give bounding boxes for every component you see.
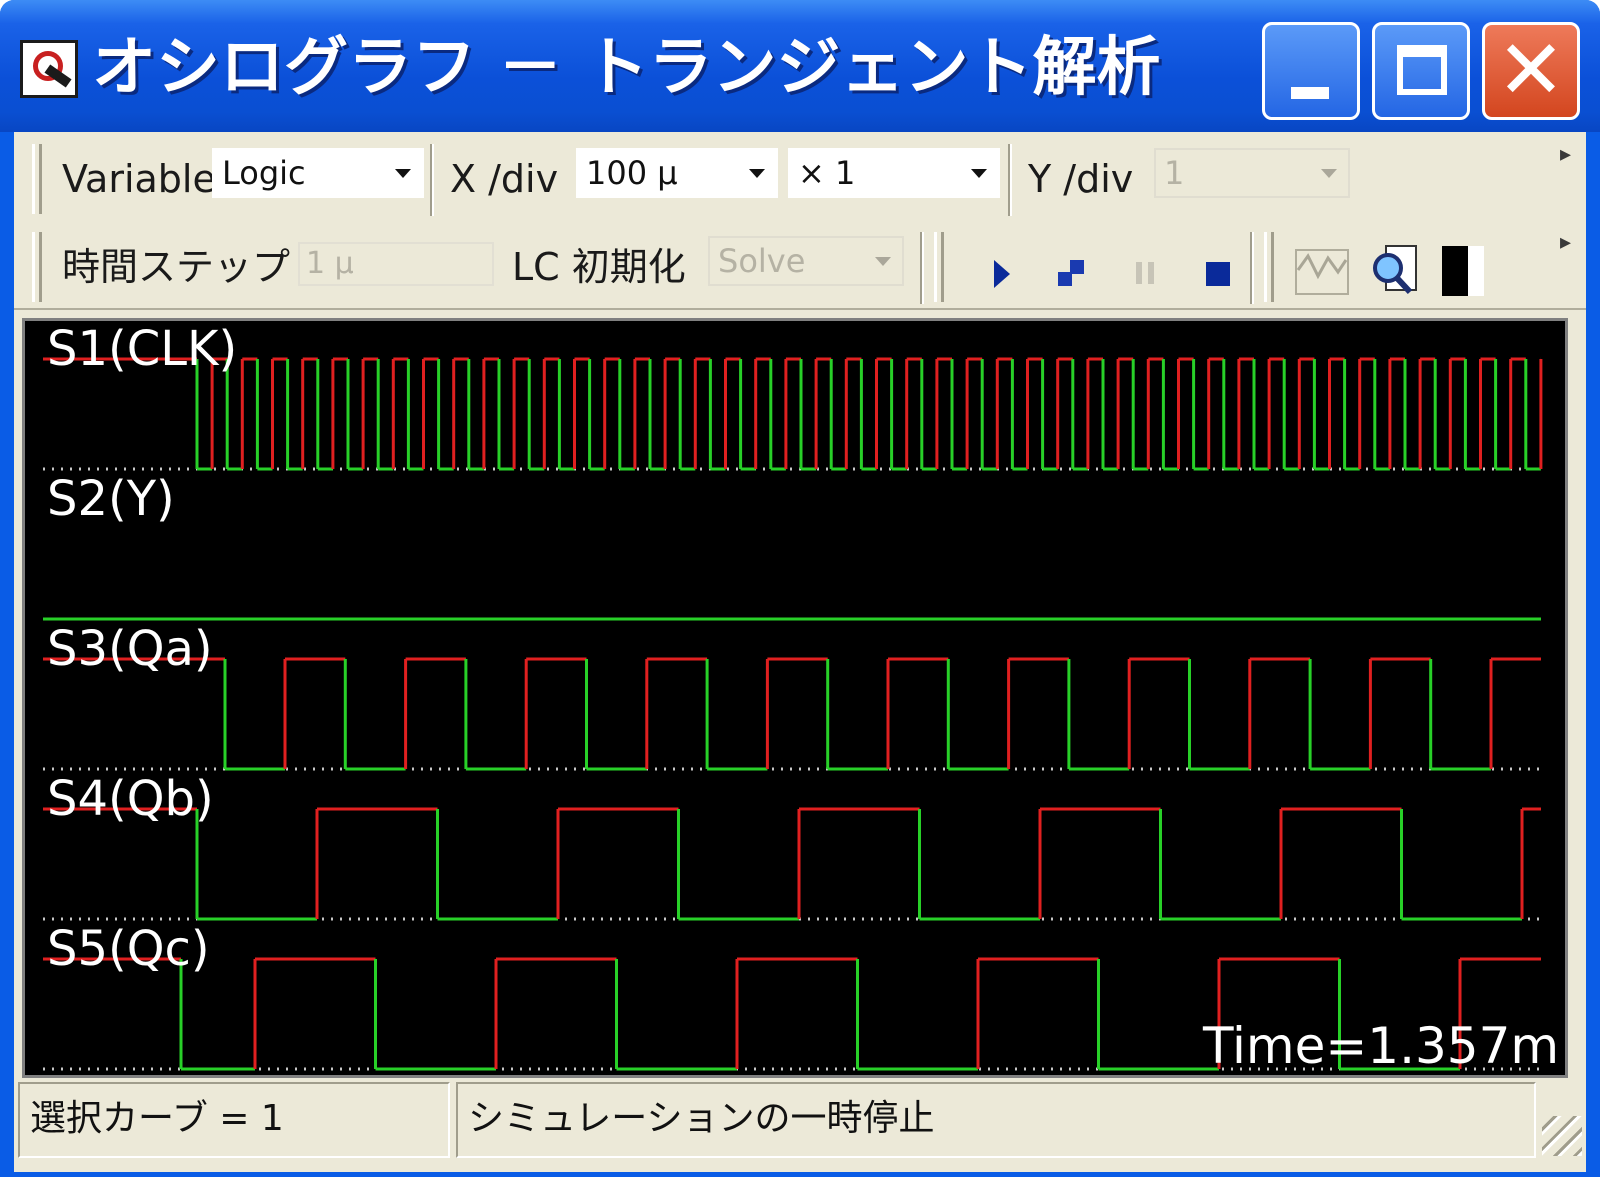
close-icon: ✕ xyxy=(1496,23,1566,118)
time-readout: Time=1.357m xyxy=(1203,1017,1560,1075)
toolbar-overflow-icon[interactable]: ▸ xyxy=(1560,230,1571,255)
toolbar-separator xyxy=(920,232,924,304)
stop-icon[interactable] xyxy=(1196,250,1240,294)
channel-label-s1: S1(CLK) xyxy=(47,321,238,377)
minimize-button[interactable] xyxy=(1262,22,1360,120)
waveform-canvas[interactable] xyxy=(25,321,1565,1075)
toolbar-separator xyxy=(430,144,434,216)
simulation-status-text: シミュレーションの一時停止 xyxy=(468,1098,935,1139)
chevron-down-icon xyxy=(1314,158,1344,188)
multiplier-select-value: × 1 xyxy=(798,154,856,192)
lc-init-select-value: Solve xyxy=(718,242,806,280)
chevron-down-icon xyxy=(868,246,898,276)
chevron-down-icon[interactable] xyxy=(388,158,418,188)
chevron-down-icon[interactable] xyxy=(964,158,994,188)
ydiv-select: 1 xyxy=(1154,148,1350,198)
status-pane-selection: 選択カーブ = 1 xyxy=(18,1082,450,1158)
toolbar-separator xyxy=(1250,232,1254,304)
toolbar-overflow-icon[interactable]: ▸ xyxy=(1560,142,1571,167)
minimize-icon xyxy=(1291,87,1329,99)
ydiv-select-value: 1 xyxy=(1164,154,1185,192)
status-bar: 選択カーブ = 1 シミュレーションの一時停止 xyxy=(14,1082,1586,1172)
channel-label-s2: S2(Y) xyxy=(47,471,175,527)
toolbar-grip[interactable] xyxy=(32,144,42,214)
toolbar-grip[interactable] xyxy=(1264,232,1274,302)
toolbar-grip[interactable] xyxy=(32,232,42,302)
curve-select-icon[interactable] xyxy=(1292,240,1352,300)
toolbar-grip[interactable] xyxy=(934,232,944,302)
xdiv-label: X /div xyxy=(450,157,559,201)
play-icon[interactable] xyxy=(980,250,1024,294)
chevron-down-icon[interactable] xyxy=(742,158,772,188)
selected-curve-text: 選択カーブ = 1 xyxy=(30,1098,284,1139)
timestep-input: 1 μ xyxy=(298,242,494,286)
xdiv-select-value: 100 μ xyxy=(586,154,678,192)
zoom-icon[interactable] xyxy=(1364,240,1424,300)
ydiv-label: Y /div xyxy=(1028,157,1134,201)
client-area: Variable Logic X /div 100 μ × 1 Y /div 1… xyxy=(14,132,1586,1172)
status-pane-simulation: シミュレーションの一時停止 xyxy=(456,1082,1536,1158)
window-title: オシログラフ － トランジェント解析 xyxy=(92,31,1161,105)
resize-grip-icon[interactable] xyxy=(1542,1116,1582,1156)
channel-label-s4: S4(Qb) xyxy=(47,771,214,827)
timestep-input-value: 1 μ xyxy=(306,246,354,281)
oscilloscope-display[interactable]: S1(CLK) S2(Y) S3(Qa) S4(Qb) S5(Qc) Time=… xyxy=(22,318,1568,1078)
maximize-button[interactable] xyxy=(1372,22,1470,120)
variable-select[interactable]: Logic xyxy=(212,148,424,198)
xdiv-select[interactable]: 100 μ xyxy=(576,148,778,198)
toolbar-separator xyxy=(1008,144,1012,216)
maximize-icon xyxy=(1397,45,1447,95)
lc-init-label: LC 初期化 xyxy=(512,245,686,289)
display-toolbar: Variable Logic X /div 100 μ × 1 Y /div 1… xyxy=(14,136,1586,220)
timestep-label: 時間ステップ xyxy=(62,245,291,289)
title-bar[interactable]: オシログラフ － トランジェント解析 ✕ xyxy=(0,0,1600,132)
color-block-icon[interactable] xyxy=(1432,240,1492,300)
step-icon[interactable] xyxy=(1050,250,1094,294)
simulation-toolbar: 時間ステップ 1 μ LC 初期化 Solve ▸ xyxy=(14,224,1586,310)
variable-select-value: Logic xyxy=(222,154,306,192)
channel-label-s5: S5(Qc) xyxy=(47,921,210,977)
multiplier-select[interactable]: × 1 xyxy=(788,148,1000,198)
pause-icon[interactable] xyxy=(1124,250,1168,294)
oscilloscope-app-icon[interactable] xyxy=(20,40,78,98)
variable-label: Variable xyxy=(62,157,216,201)
close-button[interactable]: ✕ xyxy=(1482,22,1580,120)
channel-label-s3: S3(Qa) xyxy=(47,621,213,677)
lc-init-select: Solve xyxy=(708,236,904,286)
oscillograph-window: オシログラフ － トランジェント解析 ✕ Variable Logic X /d… xyxy=(0,0,1600,1177)
